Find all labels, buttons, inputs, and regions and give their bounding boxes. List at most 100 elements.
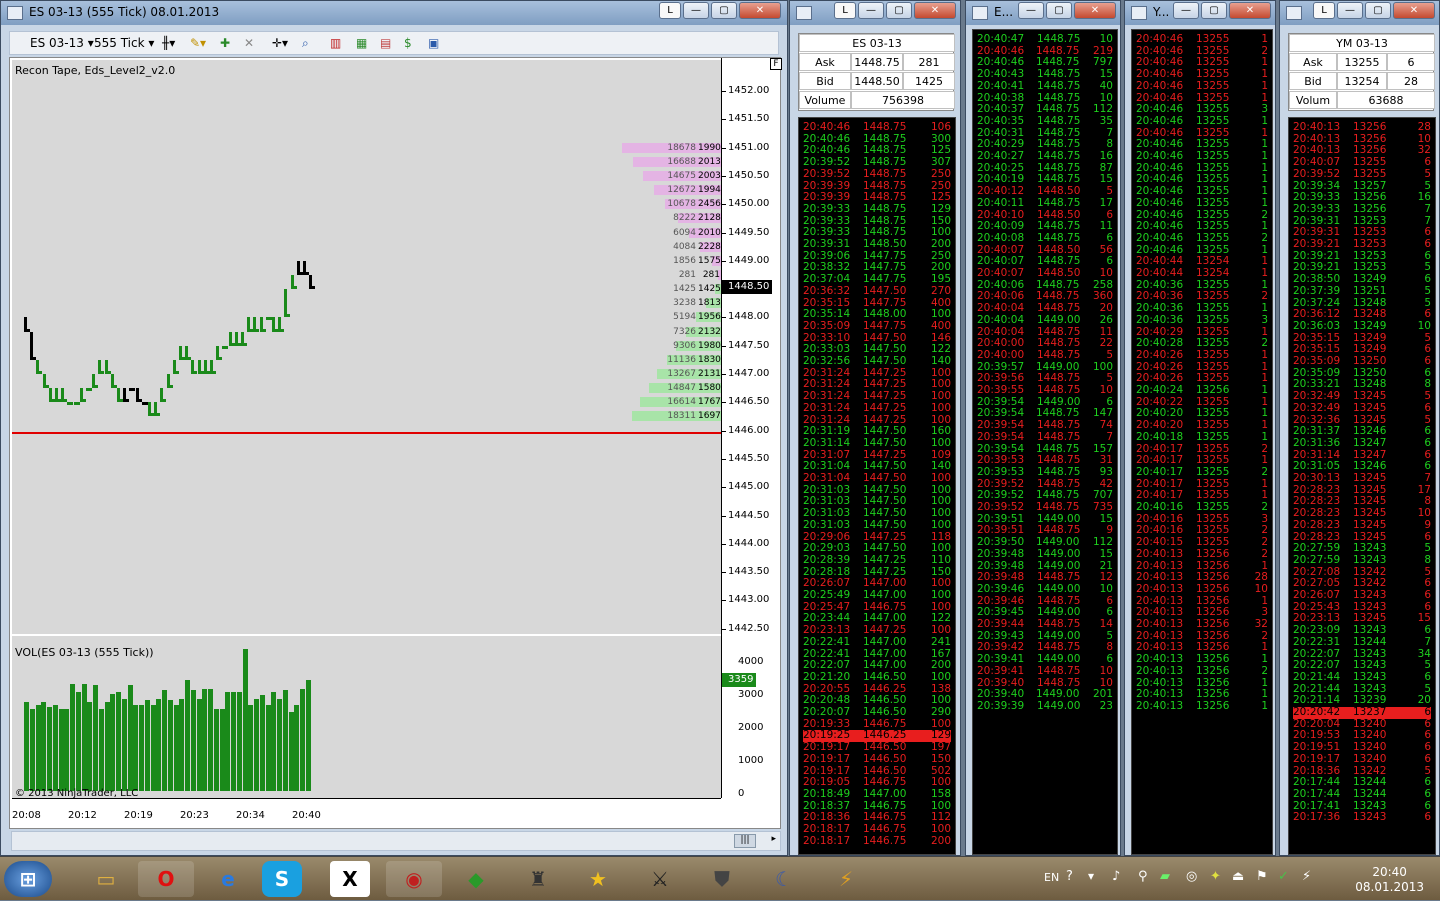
explorer-taskbar-icon[interactable]: ▭	[78, 861, 134, 897]
trade-size: 241	[930, 635, 951, 648]
instrument-selector[interactable]: ES 03-13 ▾	[30, 36, 94, 50]
indicator-label: Recon Tape, Eds_Level2_v2.0	[15, 64, 176, 77]
es-time-sales-2[interactable]: 20:40:47 1448.75 10 20:40:46 1448.75 219 20:40…	[972, 29, 1118, 855]
app12-taskbar-icon[interactable]: ☾	[756, 861, 812, 897]
trade-time: 20:39:39	[977, 699, 1025, 712]
link-button[interactable]: L	[834, 2, 856, 19]
remove-icon[interactable]: ✕	[244, 36, 254, 50]
scroll-right-icon[interactable]: ▸	[771, 834, 776, 844]
language-indicator[interactable]: EN	[1044, 871, 1059, 884]
network-icon[interactable]: ⚲	[1138, 869, 1148, 884]
start-button[interactable]: ⊞	[4, 861, 52, 897]
trading-app-taskbar-icon[interactable]: ◆	[448, 861, 504, 897]
link-button[interactable]: L	[659, 2, 681, 19]
maximize-button[interactable]: ▢	[711, 2, 737, 19]
zoom-icon[interactable]: ⌕	[302, 36, 309, 51]
close-button[interactable]: ✕	[1074, 2, 1116, 19]
tray-expand-icon[interactable]: ▾	[1088, 869, 1094, 883]
power-icon[interactable]: ⚡	[1302, 869, 1311, 884]
trade-price: 1448.75	[1037, 337, 1081, 350]
properties-icon[interactable]: $	[404, 36, 412, 50]
corner-box[interactable]: F	[770, 58, 782, 70]
chart-area[interactable]: Recon Tape, Eds_Level2_v2.0 18678 1990 166…	[9, 57, 782, 829]
star-app-taskbar-icon[interactable]: ★	[570, 861, 626, 897]
safely-remove-icon[interactable]: ⏏	[1232, 869, 1244, 884]
trade-time: 20:32:49	[1293, 401, 1341, 414]
interval-selector[interactable]: 555 Tick ▾	[94, 36, 154, 50]
tape-row: 20:38:50 13249 6	[1293, 274, 1431, 286]
trade-price: 1449.00	[1035, 688, 1080, 701]
volume-panel[interactable]: VOL(ES 03-13 (555 Tick)) © 2013 NinjaTra…	[12, 636, 721, 799]
trade-size: 6	[1424, 624, 1431, 637]
price-bar	[290, 274, 297, 290]
x-app-taskbar-icon[interactable]: X	[330, 861, 370, 897]
quote-title: YM 03-13	[1289, 34, 1435, 52]
close-button[interactable]: ✕	[914, 2, 956, 19]
trade-size: 74	[1099, 419, 1113, 432]
bar-type-icon[interactable]: ╫▾	[162, 36, 175, 50]
ninjatrader-taskbar-icon[interactable]: ◉	[386, 861, 442, 897]
system-tray: EN ? ▾ ♪ ⚲ ▰ ◎ ✦ ⏏ ⚑ ✓ ⚡ 20:40 08.01.201…	[1020, 857, 1440, 901]
opera-taskbar-icon[interactable]: O	[138, 861, 194, 897]
trade-time: 20:31:37	[1293, 425, 1341, 438]
data-box-icon[interactable]: ▥	[330, 36, 341, 50]
app13-taskbar-icon[interactable]: ⚡	[818, 861, 874, 897]
maximize-button[interactable]: ▢	[1365, 2, 1391, 19]
horizontal-line[interactable]	[12, 432, 721, 434]
scrollbar-thumb[interactable]: |||	[734, 834, 756, 848]
close-button[interactable]: ✕	[1229, 2, 1271, 19]
trade-time: 20:39:41	[977, 664, 1025, 677]
security-icon[interactable]: ◎	[1186, 869, 1197, 884]
ie-taskbar-icon[interactable]: e	[200, 861, 256, 897]
trade-time: 20:22:07	[1293, 659, 1341, 672]
trade-size: 7	[1106, 430, 1113, 443]
trade-size: 197	[930, 741, 951, 754]
volume-bar	[294, 705, 300, 791]
help-icon[interactable]: ?	[1066, 869, 1073, 884]
witcher-taskbar-icon[interactable]: ⚔	[632, 861, 688, 897]
maximize-button[interactable]: ▢	[1046, 2, 1072, 19]
strategies-icon[interactable]: ▤	[380, 36, 391, 50]
add-order-icon[interactable]: ✚	[220, 36, 230, 50]
maximize-button[interactable]: ▢	[1201, 2, 1227, 19]
ym-time-sales[interactable]: 20:40:46 13255 1 20:40:46 13255 2 20:40:46 1325…	[1131, 29, 1273, 855]
indicators-icon[interactable]: ▦	[356, 36, 367, 50]
tape-row: 20:28:23 13245 10	[1293, 508, 1431, 520]
tape-row: 20:39:48 1448.75 12	[977, 572, 1113, 584]
trade-price: 13243	[1353, 589, 1387, 601]
minimize-button[interactable]: —	[858, 2, 884, 19]
trade-time: 20:40:27	[977, 150, 1025, 162]
trade-size: 6	[1424, 811, 1431, 824]
minimize-button[interactable]: —	[683, 2, 709, 19]
horizontal-scrollbar[interactable]: ||| ▸	[11, 831, 781, 851]
minimize-button[interactable]: —	[1337, 2, 1363, 19]
tape-row: 20:35:09 1447.75 400	[803, 320, 951, 333]
draw-tool-icon[interactable]: ✎▾	[190, 36, 206, 50]
trade-size: 6	[1424, 436, 1431, 449]
price-panel[interactable]: Recon Tape, Eds_Level2_v2.0 18678 1990 166…	[12, 60, 722, 634]
tanks-taskbar-icon[interactable]: ⛊	[694, 861, 750, 897]
link-button[interactable]: L	[1313, 2, 1335, 19]
close-button[interactable]: ✕	[1393, 2, 1435, 19]
es-time-sales[interactable]: 20:40:46 1448.75 106 20:40:46 1448.75 300 20:4…	[798, 117, 956, 855]
volume-icon[interactable]: ♪	[1112, 869, 1120, 884]
price-tick-label: 1446.50	[728, 396, 770, 408]
templates-icon[interactable]: ▣	[428, 36, 439, 50]
flag-icon[interactable]: ⚑	[1256, 869, 1268, 884]
nvidia-icon[interactable]: ▰	[1160, 869, 1170, 884]
crosshair-icon[interactable]: ✛▾	[272, 36, 288, 50]
ym-time-sales-2[interactable]: 20:40:13 13256 28 20:40:13 13256 10 20:40:13 13…	[1288, 117, 1436, 855]
clock[interactable]: 20:40 08.01.2013	[1355, 865, 1424, 895]
trade-price: 1447.00	[863, 589, 907, 601]
close-button[interactable]: ✕	[739, 2, 781, 19]
trade-price: 1447.50	[863, 507, 907, 520]
skype-taskbar-icon[interactable]: S	[262, 861, 302, 897]
update-icon[interactable]: ✓	[1278, 869, 1289, 884]
time-tick-label: 20:19	[124, 810, 153, 821]
trade-time: 20:40:26	[1136, 348, 1184, 361]
app7-taskbar-icon[interactable]: ♜	[510, 861, 566, 897]
minimize-button[interactable]: —	[1173, 2, 1199, 19]
maximize-button[interactable]: ▢	[886, 2, 912, 19]
minimize-button[interactable]: —	[1018, 2, 1044, 19]
antivirus-icon[interactable]: ✦	[1210, 869, 1221, 884]
